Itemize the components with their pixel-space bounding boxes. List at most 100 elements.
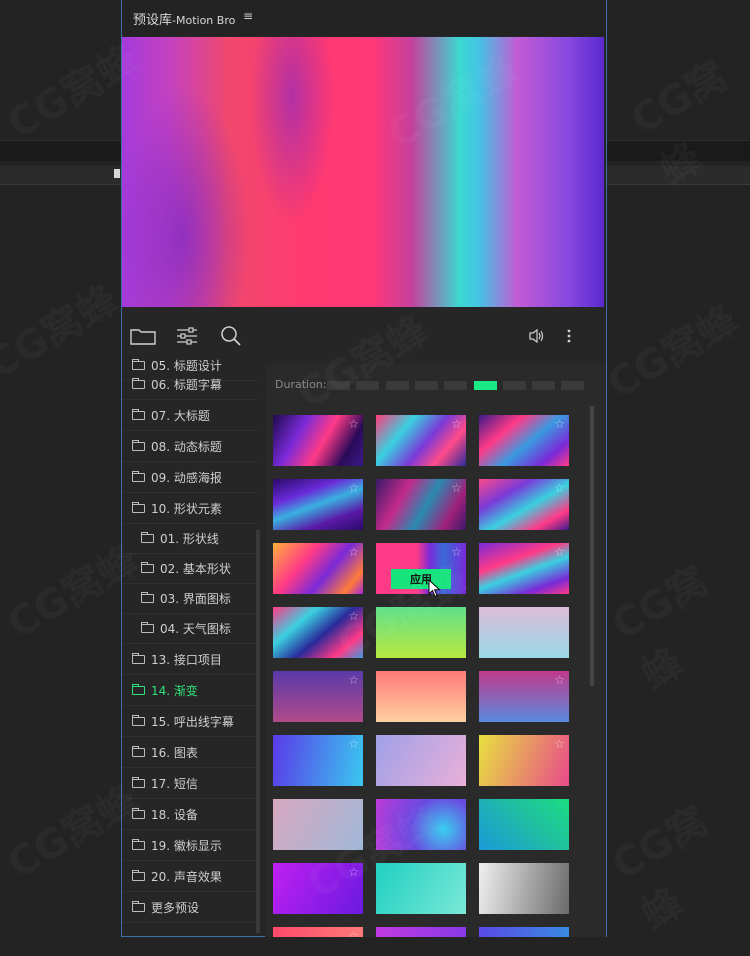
watermark-text: CG窝蜂	[600, 535, 750, 700]
speaker-icon[interactable]	[526, 318, 548, 354]
sidebar-item[interactable]: 10. 形状元素	[122, 494, 257, 524]
duration-segment[interactable]	[502, 381, 526, 390]
search-icon[interactable]	[219, 318, 243, 354]
favorite-star-icon[interactable]: ☆	[451, 417, 462, 431]
sidebar-item[interactable]: 09. 动感海报	[122, 463, 257, 493]
favorite-star-icon[interactable]: ☆	[451, 481, 462, 495]
sidebar-item[interactable]: 17. 短信	[122, 769, 257, 799]
favorite-star-icon[interactable]: ☆	[348, 737, 359, 751]
favorite-star-icon[interactable]: ☆	[554, 737, 565, 751]
folder-icon	[141, 592, 154, 603]
favorite-star-icon[interactable]: ☆	[348, 673, 359, 687]
folder-icon	[132, 440, 145, 451]
favorite-star-icon[interactable]: ☆	[348, 481, 359, 495]
sidebar-item[interactable]: 19. 徽标显示	[122, 831, 257, 861]
sidebar-item-label: 08. 动态标题	[151, 440, 222, 454]
favorite-star-icon[interactable]: ☆	[348, 417, 359, 431]
sliders-icon[interactable]	[175, 318, 199, 354]
sidebar-item[interactable]: 01. 形状线	[122, 524, 257, 554]
sidebar-item-label: 16. 图表	[151, 746, 198, 760]
watermark-text: CG窝蜂	[595, 288, 747, 409]
sidebar-item[interactable]: 07. 大标题	[122, 401, 257, 431]
folder-icon	[132, 378, 145, 389]
duration-segment[interactable]	[414, 381, 438, 390]
sidebar-item-label: 10. 形状元素	[151, 502, 222, 516]
preset-thumbnail[interactable]: ☆	[273, 735, 363, 786]
motion-bro-panel: 预设库-Motion Bro ≡ 05. 标题设计 06. 标题字幕 07. 大…	[121, 0, 607, 937]
sidebar-item[interactable]: 15. 呼出线字幕	[122, 707, 257, 737]
duration-segment[interactable]	[444, 381, 468, 390]
preset-thumbnail[interactable]: ☆	[273, 415, 363, 466]
sidebar-item[interactable]: 20. 声音效果	[122, 862, 257, 892]
grid-scrollbar[interactable]	[590, 406, 594, 686]
duration-segment[interactable]	[385, 381, 409, 390]
preset-thumbnail[interactable]	[376, 735, 466, 786]
sidebar-item[interactable]: 06. 标题字幕	[122, 370, 257, 400]
sidebar-item-label: 09. 动感海报	[151, 471, 222, 485]
preset-thumbnail[interactable]: ☆	[479, 415, 569, 466]
sidebar-item[interactable]: 16. 图表	[122, 738, 257, 768]
preset-thumbnail[interactable]	[479, 799, 569, 850]
sidebar-item-label: 19. 徽标显示	[151, 839, 222, 853]
folder-icon	[132, 409, 145, 420]
preset-thumbnail[interactable]: ☆	[273, 927, 363, 937]
duration-segment[interactable]	[473, 381, 497, 390]
folder-icon	[132, 839, 145, 850]
sidebar-item[interactable]: 08. 动态标题	[122, 432, 257, 462]
folder-icon	[132, 901, 145, 912]
sidebar-item-label: 13. 接口项目	[151, 653, 222, 667]
sidebar-item-label: 20. 声音效果	[151, 870, 222, 884]
sidebar-item[interactable]: 13. 接口项目	[122, 645, 257, 675]
duration-segment[interactable]	[561, 381, 585, 390]
preset-thumbnail[interactable]: ☆	[479, 479, 569, 530]
duration-segment[interactable]	[532, 381, 556, 390]
favorite-star-icon[interactable]: ☆	[348, 929, 359, 937]
favorite-star-icon[interactable]: ☆	[554, 673, 565, 687]
preset-thumbnail[interactable]	[376, 671, 466, 722]
preset-thumbnail[interactable]	[479, 927, 569, 937]
sidebar-item[interactable]: 更多预设	[122, 893, 257, 923]
favorite-star-icon[interactable]: ☆	[554, 545, 565, 559]
preset-thumbnail[interactable]	[376, 927, 466, 937]
preset-thumbnail[interactable]	[479, 607, 569, 658]
sidebar-item-label: 04. 天气图标	[160, 622, 231, 636]
preview-area	[122, 37, 604, 307]
sidebar-scrollbar[interactable]	[256, 530, 260, 933]
folder-icon	[132, 471, 145, 482]
folder-icon	[132, 870, 145, 881]
preset-thumbnail[interactable]: ☆	[479, 735, 569, 786]
sidebar-item-label: 07. 大标题	[151, 409, 210, 423]
sidebar-item-label: 18. 设备	[151, 808, 198, 822]
sidebar-item[interactable]: 03. 界面图标	[122, 584, 257, 614]
favorite-star-icon[interactable]: ☆	[348, 545, 359, 559]
preset-thumbnail[interactable]: ☆	[479, 671, 569, 722]
sidebar-item-label: 17. 短信	[151, 777, 198, 791]
preset-thumbnail[interactable]: ☆	[376, 415, 466, 466]
playhead-marker[interactable]	[114, 169, 120, 178]
preset-thumbnail[interactable]: ☆	[273, 671, 363, 722]
folder-icon	[141, 532, 154, 543]
panel-title-sub: -Motion Bro	[172, 14, 236, 27]
preset-thumbnail[interactable]: ☆	[273, 479, 363, 530]
preset-thumbnail[interactable]: ☆	[273, 543, 363, 594]
sidebar-item-label: 15. 呼出线字幕	[151, 715, 234, 729]
sidebar-item[interactable]: 04. 天气图标	[122, 614, 257, 644]
preset-thumbnail[interactable]: ☆	[376, 479, 466, 530]
sidebar-item-label: 03. 界面图标	[160, 592, 231, 606]
panel-menu-icon[interactable]: ≡	[243, 9, 253, 23]
category-sidebar: 05. 标题设计 06. 标题字幕 07. 大标题 08. 动态标题 09. 动感海报 1…	[122, 355, 262, 935]
watermark-text: CG窝蜂	[600, 775, 750, 940]
folder-icon	[132, 684, 145, 695]
sidebar-item-label: 更多预设	[151, 901, 200, 915]
folder-icon	[132, 653, 145, 664]
preset-thumbnail[interactable]	[479, 863, 569, 914]
preset-thumbnail[interactable]: ☆	[479, 543, 569, 594]
favorite-star-icon[interactable]: ☆	[554, 417, 565, 431]
sidebar-item-label: 02. 基本形状	[160, 562, 231, 576]
sidebar-item[interactable]: 14. 渐变	[122, 676, 257, 706]
watermark-text: CG窝蜂	[0, 268, 127, 389]
folder-icon	[132, 502, 145, 513]
folder-icon[interactable]	[129, 318, 157, 354]
more-vertical-icon[interactable]	[562, 318, 576, 354]
favorite-star-icon[interactable]: ☆	[554, 481, 565, 495]
